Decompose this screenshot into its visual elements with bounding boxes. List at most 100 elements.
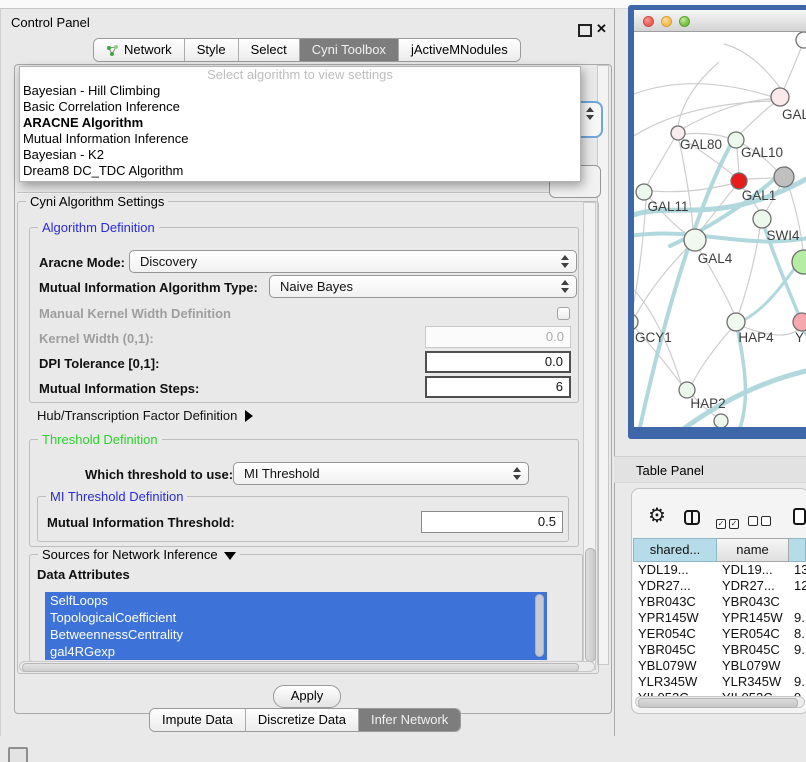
network-node-gal4[interactable]	[684, 229, 706, 251]
table-cell: 8.	[789, 626, 806, 642]
settings-vertical-scrollbar[interactable]	[583, 202, 596, 670]
attribute-item[interactable]: BetweennessCentrality	[45, 626, 547, 643]
table-row[interactable]: YDL19...YDL19...13	[633, 562, 806, 578]
node-label: GAL	[782, 107, 806, 122]
settings-scrollbar-thumb[interactable]	[585, 548, 596, 662]
dpi-tolerance-field[interactable]: 0.0	[425, 351, 571, 373]
table-cell: YDR27...	[717, 578, 789, 594]
network-node-swi4[interactable]	[753, 210, 771, 228]
tab-discretize-data[interactable]: Discretize Data	[245, 709, 358, 731]
application-window: Control Panel ✕ NetworkStyleSelectCyni T…	[0, 0, 806, 762]
apply-button[interactable]: Apply	[273, 685, 341, 708]
gear-icon[interactable]: ⚙	[648, 505, 666, 527]
table-horizontal-scrollbar[interactable]	[635, 696, 805, 708]
dropdown-item[interactable]: Basic Correlation Inference	[20, 99, 580, 115]
expand-right-icon	[245, 410, 253, 422]
document-icon[interactable]	[793, 508, 806, 525]
table-cell: YBR045C	[633, 642, 717, 658]
network-node[interactable]	[796, 32, 806, 48]
network-window-titlebar[interactable]	[634, 10, 806, 32]
table-row[interactable]: YPR145WYPR145W9.	[633, 610, 806, 626]
mi-threshold-field[interactable]: 0.5	[421, 511, 563, 533]
table-row[interactable]: YBR045CYBR045C9.	[633, 642, 806, 658]
tab-label: Discretize Data	[258, 709, 346, 731]
table-hscrollbar-thumb[interactable]	[638, 698, 798, 708]
tab-infer-network[interactable]: Infer Network	[358, 709, 460, 731]
tab-select[interactable]: Select	[238, 39, 299, 61]
settings-hscrollbar-thumb[interactable]	[22, 663, 579, 672]
dropdown-item[interactable]: ARACNE Algorithm	[20, 115, 580, 131]
data-attributes-list[interactable]: SelfLoopsTopologicalCoefficientBetweenne…	[45, 592, 547, 660]
window-minimize-icon[interactable]	[661, 16, 672, 27]
collapse-down-icon	[224, 552, 236, 560]
aracne-mode-combo[interactable]: Discovery	[129, 250, 577, 273]
window-close-icon[interactable]	[643, 16, 654, 27]
attribute-item[interactable]: SelfLoops	[45, 592, 547, 609]
network-node-gcy1[interactable]	[634, 314, 638, 330]
network-graph: GALGAL80GAL10GAL1GAL11SWI4GAL4GCY1HAP4YH…	[634, 32, 806, 427]
network-node[interactable]	[714, 414, 728, 427]
network-node-y[interactable]	[793, 313, 806, 331]
checked-boxes-icon[interactable]: ✓✓	[716, 513, 742, 531]
tab-impute-data[interactable]: Impute Data	[150, 709, 245, 731]
dropdown-item[interactable]: Mutual Information Inference	[20, 131, 580, 147]
aracne-mode-value: Discovery	[140, 254, 197, 269]
kernel-width-field[interactable]: 0.0	[425, 326, 571, 348]
tab-label: jActiveMNodules	[411, 39, 508, 61]
float-panel-icon[interactable]	[578, 24, 592, 37]
network-node-gal11[interactable]	[636, 184, 652, 200]
mi-steps-field[interactable]: 6	[425, 376, 571, 398]
unchecked-boxes-icon[interactable]	[748, 513, 774, 531]
tab-jactivemnodules[interactable]: jActiveMNodules	[398, 39, 520, 61]
dropdown-item-list: Bayesian - Hill ClimbingBasic Correlatio…	[20, 83, 580, 179]
table-cell: YER054C	[717, 626, 789, 642]
network-canvas[interactable]: GALGAL80GAL10GAL1GAL11SWI4GAL4GCY1HAP4YH…	[634, 32, 806, 427]
hub-section-label: Hub/Transcription Factor Definition	[37, 408, 237, 423]
table-row[interactable]: YER054CYER054C8.	[633, 626, 806, 642]
attribute-item[interactable]: TopologicalCoefficient	[45, 609, 547, 626]
table-cell: YBL079W	[633, 658, 717, 674]
table-column-header[interactable]: shared...	[633, 538, 717, 562]
minimized-panel-icon[interactable]	[8, 747, 28, 762]
tab-label: Select	[251, 39, 287, 61]
which-threshold-combo[interactable]: MI Threshold	[233, 462, 529, 485]
table-cell	[789, 594, 806, 610]
node-label: GCY1	[635, 330, 672, 345]
table-cell: YLR345W	[633, 674, 717, 690]
table-row[interactable]: YLR345WYLR345W9.	[633, 674, 806, 690]
node-label: GAL80	[680, 137, 722, 152]
tab-network[interactable]: Network	[94, 39, 184, 61]
network-node[interactable]	[774, 167, 794, 187]
table-cell: YBR045C	[717, 642, 789, 658]
network-icon	[106, 44, 119, 57]
attribute-item[interactable]: gal4RGexp	[45, 643, 547, 660]
table-panel-header: Table Panel	[614, 456, 806, 483]
close-icon[interactable]: ✕	[596, 21, 607, 37]
tab-cyni-toolbox[interactable]: Cyni Toolbox	[299, 39, 398, 61]
dropdown-item[interactable]: Dream8 DC_TDC Algorithm	[20, 163, 580, 179]
table-row[interactable]: YBL079WYBL079W	[633, 658, 806, 674]
hub-section-toggle[interactable]: Hub/Transcription Factor Definition	[37, 408, 253, 423]
data-attributes-label: Data Attributes	[37, 567, 130, 582]
dropdown-item[interactable]: Bayesian - K2	[20, 147, 580, 163]
network-node-hap4[interactable]	[727, 313, 745, 331]
settings-horizontal-scrollbar[interactable]	[19, 661, 595, 672]
mi-algorithm-type-combo[interactable]: Naive Bayes	[269, 275, 577, 298]
table-body: YDL19...YDL19...13YDR27...YDR27...12YBR0…	[633, 562, 806, 706]
window-zoom-icon[interactable]	[679, 16, 690, 27]
manual-kernel-width-checkbox[interactable]	[557, 307, 570, 320]
list-scrollbar-thumb[interactable]	[535, 594, 544, 657]
table-column-header[interactable]: name	[717, 538, 789, 562]
table-column-header[interactable]	[789, 538, 806, 562]
dropdown-item[interactable]: Bayesian - Hill Climbing	[20, 83, 580, 99]
column-layout-icon[interactable]	[684, 510, 700, 525]
table-row[interactable]: YDR27...YDR27...12	[633, 578, 806, 594]
tab-style[interactable]: Style	[184, 39, 238, 61]
node-label: Y	[795, 330, 804, 345]
table-cell: YDR27...	[633, 578, 717, 594]
sources-group-title[interactable]: Sources for Network Inference	[38, 547, 240, 562]
network-node-gal[interactable]	[771, 88, 789, 106]
dropdown-placeholder: Select algorithm to view settings	[20, 67, 580, 83]
network-node-gal1[interactable]	[731, 173, 747, 189]
table-row[interactable]: YBR043CYBR043C	[633, 594, 806, 610]
